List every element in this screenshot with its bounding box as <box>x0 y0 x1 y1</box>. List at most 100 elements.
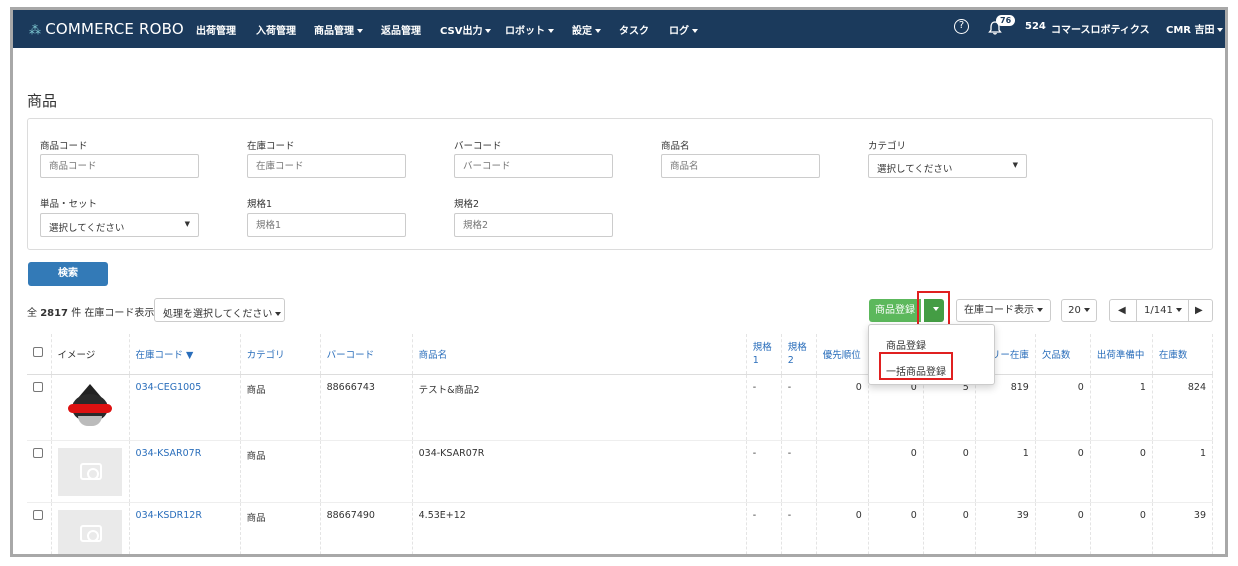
category-select[interactable]: 選択してください ▼ <box>868 154 1027 178</box>
row-select-cell <box>27 440 52 503</box>
col-spec2[interactable]: 規格 2 <box>781 334 817 375</box>
nav-item-robot[interactable]: ロボット <box>505 22 554 37</box>
product-code-label: 商品コード <box>40 141 88 152</box>
nav-item-shipping[interactable]: 出荷管理 <box>196 22 236 37</box>
stock-cell: 1 <box>1152 440 1214 503</box>
row-checkbox[interactable] <box>33 509 43 520</box>
select-all-checkbox[interactable] <box>33 347 43 358</box>
preparing-cell: 1 <box>1090 374 1153 441</box>
spec2-input[interactable] <box>454 213 613 237</box>
camera-icon[interactable] <box>57 447 122 496</box>
stock-code-link[interactable]: 034-CEG1005 <box>136 382 202 393</box>
col-barcode[interactable]: バーコード <box>320 334 413 375</box>
col-category[interactable]: カテゴリ <box>240 334 321 375</box>
chevron-down-icon <box>1083 308 1090 312</box>
spec2-cell: - <box>781 374 817 441</box>
nav-item-receiving[interactable]: 入荷管理 <box>256 22 296 37</box>
barcode-label: バーコード <box>454 141 502 152</box>
display-mode-select[interactable]: 在庫コード表示 <box>956 299 1051 322</box>
highlight-box <box>879 352 953 380</box>
select-arrow-icon: ▼ <box>1012 161 1018 169</box>
nav-item-csv-export[interactable]: CSV出力 <box>440 22 492 37</box>
select-all-cell <box>27 334 52 375</box>
row-select-cell <box>27 374 52 441</box>
nav-item-returns[interactable]: 返品管理 <box>381 22 421 37</box>
stock-code-cell: 034-CEG1005 <box>129 374 241 441</box>
col-a-cell: 0 <box>868 502 924 554</box>
stock-code-input[interactable] <box>247 154 406 178</box>
table-header-row: イメージ 在庫コード ▼ カテゴリ バーコード 商品名 規格 1 規格 2 優先順位… <box>27 334 1214 375</box>
priority-cell: 0 <box>816 374 869 441</box>
product-name-cell: 034-KSAR07R <box>412 440 747 503</box>
user-menu[interactable]: CMR 吉田 <box>1166 21 1224 36</box>
help-icon[interactable]: ? <box>954 19 969 34</box>
stock-code-cell: 034-KSDR12R <box>129 502 241 554</box>
row-checkbox[interactable] <box>33 447 43 458</box>
col-stock-code[interactable]: 在庫コード ▼ <box>129 334 241 375</box>
chevron-down-icon <box>692 29 698 33</box>
spec2-label: 規格2 <box>454 199 480 210</box>
chevron-down-icon <box>1217 28 1224 32</box>
col-spec1[interactable]: 規格 1 <box>746 334 782 375</box>
search-button[interactable]: 検索 <box>28 262 108 286</box>
nav-item-settings[interactable]: 設定 <box>572 22 601 37</box>
nav-item-tasks[interactable]: タスク <box>619 22 649 37</box>
category-cell: 商品 <box>240 502 321 554</box>
product-name-label: 商品名 <box>661 141 690 152</box>
preparing-cell: 0 <box>1090 440 1153 503</box>
page-select[interactable]: 1/141 <box>1144 300 1182 321</box>
category-cell: 商品 <box>240 374 321 441</box>
table-row[interactable]: 034-KSAR07R 商品 034-KSAR07R - - 0 0 1 0 0… <box>27 440 1214 503</box>
barcode-input[interactable] <box>454 154 613 178</box>
spec1-input[interactable] <box>247 213 406 237</box>
top-navbar: ⁂ COMMERCE ROBO 出荷管理 入荷管理 商品管理 返品管理 CSV出力… <box>13 10 1225 48</box>
col-priority[interactable]: 優先順位 <box>816 334 869 375</box>
search-filter-panel: 商品コード 在庫コード バーコード 商品名 カテゴリ 選択してください▼ 単品・… <box>27 118 1213 250</box>
table-row[interactable]: 034-CEG1005 商品 88666743 テスト&商品2 - - 0 0 … <box>27 374 1214 441</box>
stock-code-cell: 034-KSAR07R <box>129 440 241 503</box>
col-stock[interactable]: 在庫数 <box>1152 334 1214 375</box>
logo-icon: ⁂ <box>29 23 42 37</box>
stock-cell: 39 <box>1152 502 1214 554</box>
product-name-input[interactable] <box>661 154 820 178</box>
page-title: 商品 <box>27 92 58 110</box>
prev-page-icon[interactable]: ◀ <box>1118 300 1126 321</box>
pagination: ◀ 1/141 ▶ <box>1109 299 1213 322</box>
company-name: コマースロボティクス <box>1051 25 1150 36</box>
nav-item-logs[interactable]: ログ <box>669 22 698 37</box>
per-page-select[interactable]: 20 <box>1061 299 1097 322</box>
product-code-input[interactable] <box>40 154 199 178</box>
image-cell <box>51 502 130 554</box>
category-cell: 商品 <box>240 440 321 503</box>
stock-code-link[interactable]: 034-KSDR12R <box>136 510 202 521</box>
row-checkbox[interactable] <box>33 381 43 392</box>
table-row[interactable]: 034-KSDR12R 商品 88667490 4.53E+12 - - 0 0… <box>27 502 1214 554</box>
camera-icon[interactable] <box>57 509 122 554</box>
col-b-cell: 0 <box>923 440 976 503</box>
brand-logo[interactable]: ⁂ COMMERCE ROBO <box>29 20 184 38</box>
brand-text: COMMERCE ROBO <box>45 20 184 38</box>
chevron-down-icon <box>1037 308 1043 312</box>
single-set-select[interactable]: 選択してください ▼ <box>40 213 199 237</box>
chevron-down-icon <box>1175 308 1182 312</box>
highlight-box <box>917 291 950 327</box>
bulk-action-select[interactable]: 処理を選択してください <box>154 298 285 322</box>
col-shortage[interactable]: 欠品数 <box>1035 334 1091 375</box>
next-page-icon[interactable]: ▶ <box>1195 300 1203 321</box>
image-cell <box>51 440 130 503</box>
priority-cell <box>816 440 869 503</box>
barcode-cell: 88667490 <box>320 502 413 554</box>
nav-item-products[interactable]: 商品管理 <box>314 22 363 37</box>
product-thumbnail[interactable] <box>58 382 122 430</box>
spec1-cell: - <box>746 440 782 503</box>
col-preparing[interactable]: 出荷準備中 <box>1090 334 1153 375</box>
menu-item-register[interactable]: 商品登録 <box>886 337 926 352</box>
stock-code-label: 在庫コード <box>247 141 295 152</box>
col-product-name[interactable]: 商品名 <box>412 334 747 375</box>
stock-code-link[interactable]: 034-KSAR07R <box>136 448 202 459</box>
chevron-down-icon <box>548 29 554 33</box>
chevron-down-icon <box>275 312 282 316</box>
register-product-button[interactable]: 商品登録 <box>869 299 921 322</box>
spec1-cell: - <box>746 374 782 441</box>
spec1-label: 規格1 <box>247 199 273 210</box>
